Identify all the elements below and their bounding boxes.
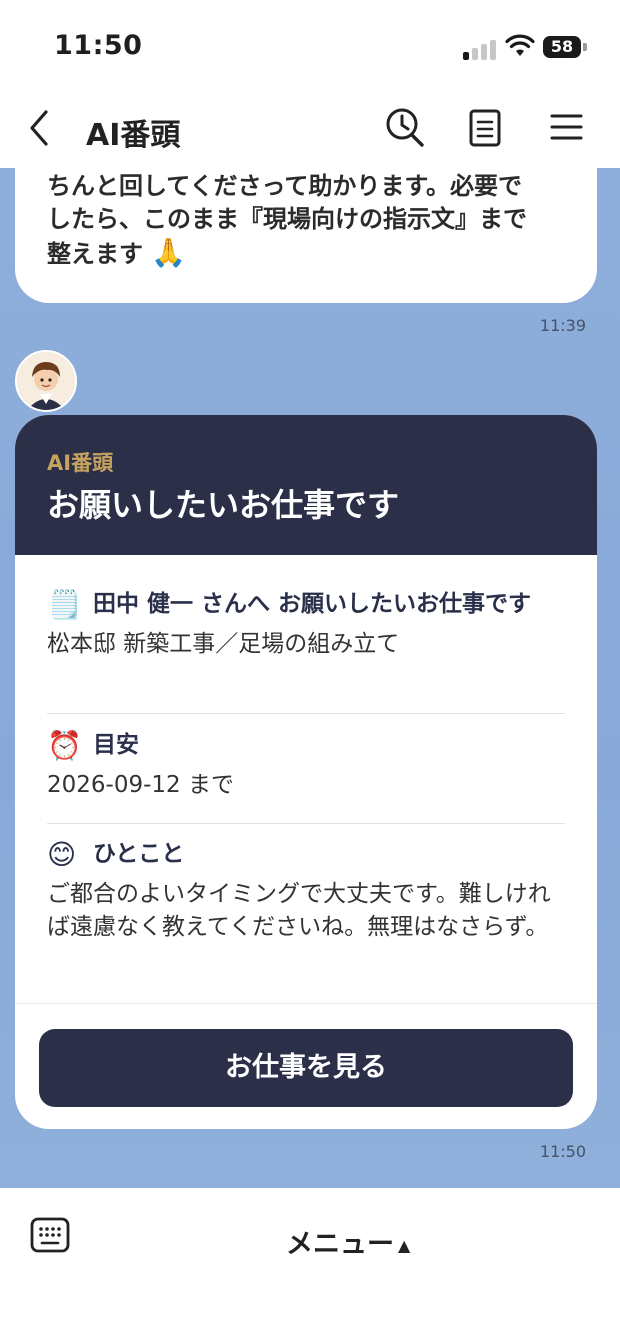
- section-heading-text: ひとこと: [93, 841, 185, 867]
- divider: [15, 1003, 597, 1004]
- status-time: 11:50: [54, 30, 143, 61]
- card-sender-label: AI番頭: [47, 451, 114, 475]
- smiling-face-icon: 😊: [47, 838, 77, 871]
- section-body: ご都合のよいタイミングで大丈夫です。難しければ遠慮なく教えてくださいね。無理はな…: [47, 881, 551, 940]
- notepad-icon: 🗒️: [47, 588, 82, 621]
- alarm-clock-icon: ⏰: [47, 729, 82, 762]
- section-body: 松本邸 新築工事／足場の組み立て: [47, 631, 400, 657]
- divider: [47, 823, 565, 824]
- previous-message-line-2: したら、このまま『現場向けの指示文』まで: [47, 205, 527, 233]
- avatar-illustration: [17, 352, 75, 410]
- notes-icon[interactable]: [464, 102, 508, 152]
- previous-message-line-1: ちんと回してくださって助かります。必要で: [47, 172, 522, 200]
- section-body: 2026-09-12 まで: [47, 772, 234, 798]
- previous-message-line-3-text: 整えます: [47, 240, 143, 268]
- keyboard-icon[interactable]: [30, 1216, 70, 1254]
- section-heading: 😊 ひとこと: [47, 839, 565, 870]
- status-bar: 11:50 58: [0, 0, 620, 92]
- section-note: 😊 ひとこと ご都合のよいタイミングで大丈夫です。難しければ遠慮なく教えてくださ…: [47, 839, 565, 944]
- battery-icon: 58: [543, 36, 581, 58]
- cellular-signal-icon: [463, 38, 497, 60]
- section-heading-text: 目安: [93, 732, 139, 758]
- menu-label: メニュー: [286, 1229, 394, 1260]
- wifi-icon: [505, 34, 535, 56]
- card-header: AI番頭 お願いしたいお仕事です: [15, 415, 597, 555]
- bot-avatar[interactable]: [15, 350, 77, 412]
- chat-header: AI番頭: [0, 92, 620, 168]
- menu-toggle[interactable]: メニュー ▲: [286, 1222, 410, 1261]
- search-clock-icon[interactable]: [383, 102, 427, 152]
- praying-hands-emoji: 🙏: [151, 236, 187, 269]
- divider: [47, 713, 565, 714]
- previous-message-bubble: ちんと回してくださって助かります。必要で したら、このまま『現場向けの指示文』ま…: [15, 168, 597, 303]
- previous-message-line-3: 整えます 🙏: [47, 236, 567, 271]
- section-assignee: 🗒️ 田中 健一 さんへ お願いしたいお仕事です 松本邸 新築工事／足場の組み立…: [47, 589, 565, 661]
- triangle-up-icon: ▲: [398, 1236, 411, 1255]
- section-heading: ⏰ 目安: [47, 730, 565, 761]
- job-request-card: AI番頭 お願いしたいお仕事です 🗒️ 田中 健一 さんへ お願いしたいお仕事で…: [15, 415, 597, 1129]
- section-heading-text: 田中 健一 さんへ お願いしたいお仕事です: [93, 591, 532, 617]
- section-heading: 🗒️ 田中 健一 さんへ お願いしたいお仕事です: [47, 589, 565, 620]
- back-chevron-icon[interactable]: [24, 106, 54, 150]
- view-job-button[interactable]: お仕事を見る: [39, 1029, 573, 1107]
- previous-message-text: ちんと回してくださって助かります。必要で したら、このまま『現場向けの指示文』ま…: [47, 170, 567, 271]
- chat-title: AI番頭: [86, 118, 181, 153]
- message-timestamp: 11:39: [539, 316, 586, 335]
- section-deadline: ⏰ 目安 2026-09-12 まで: [47, 730, 565, 802]
- chat-area[interactable]: ちんと回してくださって助かります。必要で したら、このまま『現場向けの指示文』ま…: [0, 168, 620, 1188]
- battery-cap: [583, 43, 587, 51]
- bottom-bar: メニュー ▲: [0, 1188, 620, 1343]
- hamburger-menu-icon[interactable]: [545, 102, 589, 152]
- card-title: お願いしたいお仕事です: [47, 486, 400, 524]
- message-timestamp: 11:50: [539, 1142, 586, 1161]
